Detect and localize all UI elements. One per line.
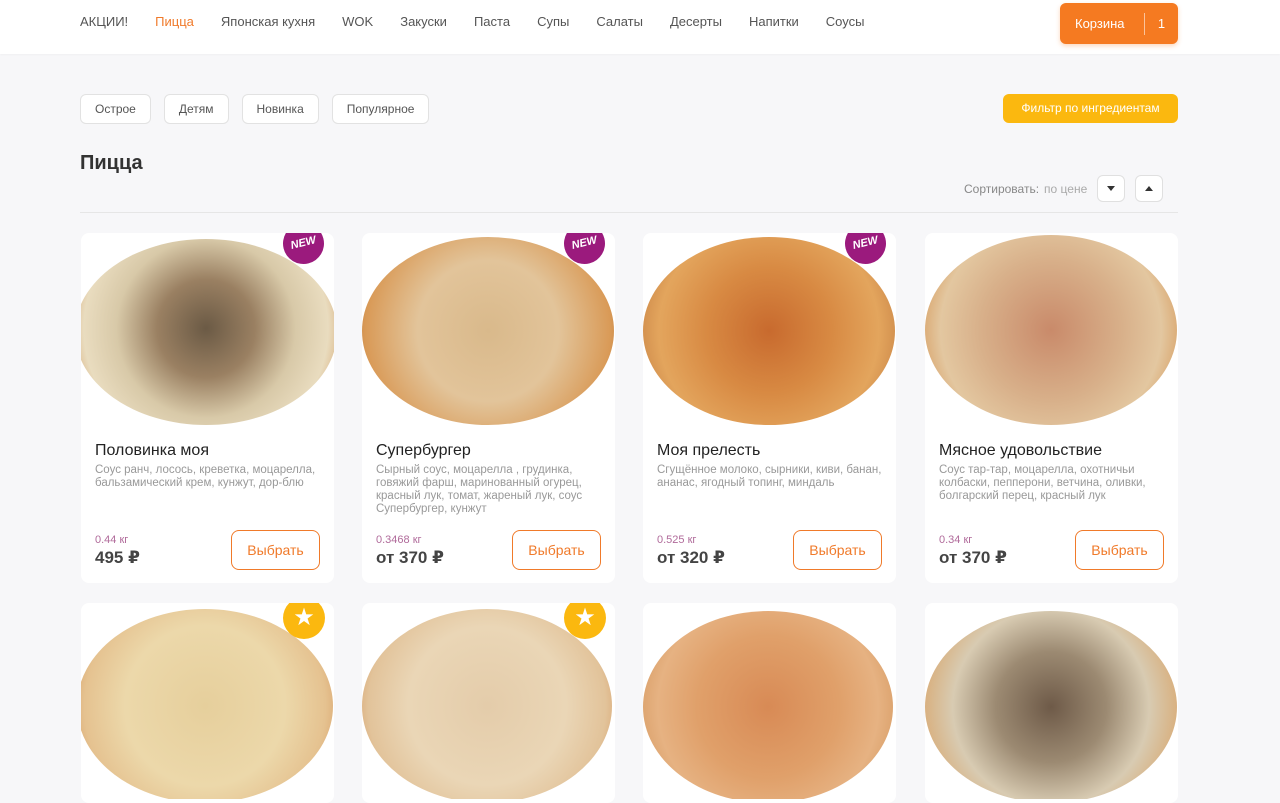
pizza-chicken-image	[81, 609, 333, 799]
nav-item-japanese[interactable]: Японская кухня	[221, 14, 315, 30]
product-price: 495 ₽	[95, 548, 140, 567]
product-weight: 0.34 кг	[939, 534, 973, 546]
nav-item-sauces[interactable]: Соусы	[826, 14, 865, 30]
chip-spicy[interactable]: Острое	[80, 94, 151, 124]
chip-new[interactable]: Новинка	[241, 94, 319, 124]
chip-kids[interactable]: Детям	[163, 94, 229, 124]
chevron-down-icon	[1107, 186, 1116, 191]
cart-button[interactable]: Корзина 1	[1060, 3, 1178, 44]
pizza-half-salmon-shrimp-image	[81, 239, 334, 425]
product-card: NEW Моя прелесть Сгущённое молоко, сырни…	[643, 233, 896, 583]
nav-item-soups[interactable]: Супы	[537, 14, 569, 30]
sort-control: Сортировать: по цене	[964, 175, 1173, 202]
cart-label: Корзина	[1075, 16, 1125, 31]
page-title: Пицца	[80, 152, 143, 174]
product-name: Мясное удовольствие	[939, 442, 1102, 459]
chip-popular[interactable]: Популярное	[331, 94, 430, 124]
product-card: NEW Супербургер Сырный соус, моцарелла ,…	[362, 233, 615, 583]
product-card: ★	[81, 603, 334, 803]
pizza-meat-image	[925, 235, 1177, 425]
pizza-image[interactable]	[925, 603, 1178, 799]
pizza-olives-image	[362, 609, 612, 799]
nav-item-wok[interactable]: WOK	[342, 14, 373, 30]
tag-filters: Острое Детям Новинка Популярное	[80, 94, 442, 124]
product-description: Сгущённое молоко, сырники, киви, банан, …	[657, 464, 882, 489]
product-price: от 370 ₽	[376, 548, 444, 567]
pizza-superburger-image	[362, 237, 614, 425]
choose-button[interactable]: Выбрать	[512, 530, 601, 570]
product-card: ★	[362, 603, 615, 803]
sort-label: Сортировать:	[964, 181, 1040, 196]
product-card	[925, 603, 1178, 803]
product-price: от 370 ₽	[939, 548, 1007, 567]
choose-button[interactable]: Выбрать	[231, 530, 320, 570]
nav-item-drinks[interactable]: Напитки	[749, 14, 799, 30]
pizza-image[interactable]	[925, 233, 1178, 429]
product-description: Соус ранч, лосось, креветка, моцарелла, …	[95, 464, 316, 489]
ingredient-filter-button[interactable]: Фильтр по ингредиентам	[1003, 94, 1178, 123]
divider	[80, 212, 1178, 213]
product-description: Соус тар-тар, моцарелла, охотничьи колба…	[939, 464, 1146, 502]
product-weight: 0.525 кг	[657, 534, 697, 546]
sort-descending-button[interactable]	[1097, 175, 1126, 202]
product-name: Моя прелесть	[657, 442, 761, 459]
product-price: от 320 ₽	[657, 548, 725, 567]
nav-item-pasta[interactable]: Паста	[474, 14, 510, 30]
product-card: NEW Половинка моя Соус ранч, лосось, кре…	[81, 233, 334, 583]
top-bar: АКЦИИ! Пицца Японская кухня WOK Закуски …	[0, 0, 1280, 54]
product-weight: 0.3468 кг	[376, 534, 422, 546]
pizza-sweet-image	[643, 237, 895, 425]
nav-item-desserts[interactable]: Десерты	[670, 14, 722, 30]
pizza-bbq-image	[643, 611, 893, 799]
product-description: Сырный соус, моцарелла , грудинка, говяж…	[376, 464, 583, 515]
nav-item-snacks[interactable]: Закуски	[400, 14, 447, 30]
product-card	[643, 603, 896, 803]
pizza-seafood-balsamic-image	[925, 611, 1177, 799]
sort-ascending-button[interactable]	[1135, 175, 1164, 202]
nav-item-salads[interactable]: Салаты	[596, 14, 643, 30]
sort-value[interactable]: по цене	[1044, 182, 1087, 196]
choose-button[interactable]: Выбрать	[793, 530, 882, 570]
nav-item-promo[interactable]: АКЦИИ!	[80, 14, 128, 30]
chevron-up-icon	[1145, 186, 1154, 191]
choose-button[interactable]: Выбрать	[1075, 530, 1164, 570]
cart-count: 1	[1157, 16, 1166, 31]
product-card: Мясное удовольствие Соус тар-тар, моцаре…	[925, 233, 1178, 583]
pizza-image[interactable]	[643, 603, 896, 799]
product-name: Супербургер	[376, 442, 471, 459]
product-weight: 0.44 кг	[95, 534, 129, 546]
category-nav: АКЦИИ! Пицца Японская кухня WOK Закуски …	[80, 14, 891, 30]
nav-item-pizza[interactable]: Пицца	[155, 14, 194, 30]
product-name: Половинка моя	[95, 442, 209, 459]
